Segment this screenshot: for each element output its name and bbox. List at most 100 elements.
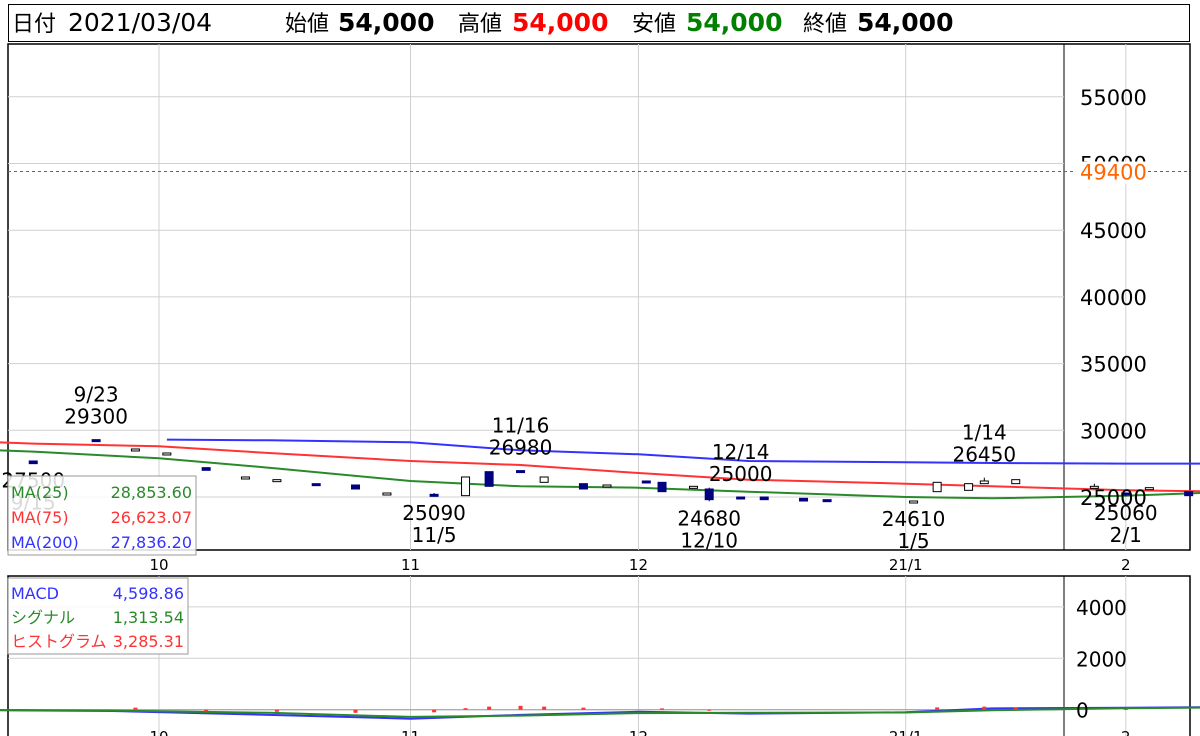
candle-body [240,476,250,480]
histogram-bar [660,708,665,710]
candle-body [602,484,612,488]
macd-y-tick-label: 4000 [1076,596,1127,620]
histogram-bar [518,705,523,710]
legend-series-name: MA(75) [11,508,69,527]
macd-x-tick-label: 10 [149,728,168,736]
candle-body [539,476,549,483]
macd-y-tick-label: 2000 [1076,647,1127,671]
y-tick-label: 30000 [1080,419,1147,443]
candle-body [759,496,769,501]
legend-series-name: MA(200) [11,533,79,552]
candle-body [162,452,172,456]
legend-series-value: 3,285.31 [113,632,184,651]
candle-body [429,493,439,497]
candle-body [932,481,942,493]
legend-series-value: 27,836.20 [111,533,192,552]
price-annotation: 2/1 [1110,523,1142,547]
y-tick-label: 40000 [1080,286,1147,310]
candle-body [799,497,809,502]
price-annotation: 24610 [882,507,946,531]
histogram-bar [432,709,437,713]
legend-series-value: 1,313.54 [113,608,184,627]
macd-legend: MACD 4,598.86 シグナル 1,313.54 ヒストグラム 3,285.31 [7,577,189,655]
reference-line-label: 49400 [1080,161,1147,185]
candle-body [201,467,211,471]
histogram-bar [274,709,279,712]
candle-body [91,439,101,443]
histogram-bar [1123,708,1128,710]
histogram-bar [707,709,712,711]
x-tick-label: 12 [629,556,648,574]
candle-body [28,460,38,465]
histogram-bar [982,706,987,710]
x-tick-label: 21/1 [889,556,923,574]
candle-body [578,483,588,490]
price-annotation: 25000 [709,462,773,486]
y-tick-label: 35000 [1080,353,1147,377]
histogram-bar [353,709,358,713]
macd-y-tick-label: 0 [1076,699,1089,723]
histogram-bar [935,707,940,710]
macd-x-tick-label: 2 [1121,728,1131,736]
candle-body [311,483,321,487]
price-annotation: 12/14 [712,440,770,464]
candle-body [641,480,651,484]
x-tick-label: 2 [1121,556,1131,574]
legend-series-name: ヒストグラム [11,632,107,651]
candle-body [1011,479,1021,485]
price-annotation: 24680 [677,506,741,530]
candle-body [688,485,698,489]
candle-body [516,470,526,474]
price-legend: MA(25) 28,853.60 MA(75) 26,623.07 MA(200) 27,… [7,475,197,556]
candle-body [351,484,360,490]
ma-line-MA200 [166,438,1200,465]
histogram-bar [204,709,209,712]
candle-body [979,480,989,485]
price-annotation: 11/5 [412,523,457,547]
candle-body [382,492,392,496]
price-annotation: 29300 [64,405,128,429]
price-annotation: 11/16 [492,414,550,438]
histogram-bar [463,708,468,710]
candle-body [704,488,714,501]
price-annotation: 1/14 [962,421,1007,445]
price-annotation: 9/23 [74,383,119,407]
histogram-bar [133,707,138,710]
price-annotation: 26980 [489,436,553,460]
candle-body [461,476,471,497]
x-tick-label: 11 [401,556,420,574]
candle-body [909,500,919,504]
candle-body [484,471,494,487]
y-tick-label: 55000 [1080,86,1147,110]
price-annotation: 25060 [1094,501,1158,525]
candle-body [822,499,832,503]
candle-body [130,448,140,452]
y-tick-label: 45000 [1080,219,1147,243]
price-annotation: 26450 [952,443,1016,467]
price-annotation: 12/10 [680,528,738,552]
legend-series-name: シグナル [11,608,75,627]
candle-body [657,481,667,493]
candle-body [1184,491,1194,497]
stock-chart: 10101111121221/121/122332500030000350004… [0,43,1200,736]
macd-x-tick-label: 12 [629,728,648,736]
histogram-bar [581,707,586,710]
legend-series-value: 26,623.07 [111,508,192,527]
macd-line-signal [0,706,1200,718]
macd-x-tick-label: 21/1 [889,728,923,736]
legend-series-value: 4,598.86 [113,584,184,603]
legend-series-name: MA(25) [11,483,69,502]
price-annotation: 1/5 [897,529,929,553]
histogram-bar [1013,707,1018,710]
price-annotation: 25090 [402,501,466,525]
histogram-bar [542,706,547,710]
candle-body [964,483,974,491]
legend-series-value: 28,853.60 [111,483,192,502]
candle-body [736,496,746,500]
x-tick-label: 10 [149,556,168,574]
macd-x-tick-label: 11 [401,728,420,736]
histogram-bar [487,706,492,710]
legend-series-name: MACD [11,584,59,603]
labels-layer: 10101111121221/121/122332500030000350004… [1,86,1158,736]
candle-body [272,479,282,483]
